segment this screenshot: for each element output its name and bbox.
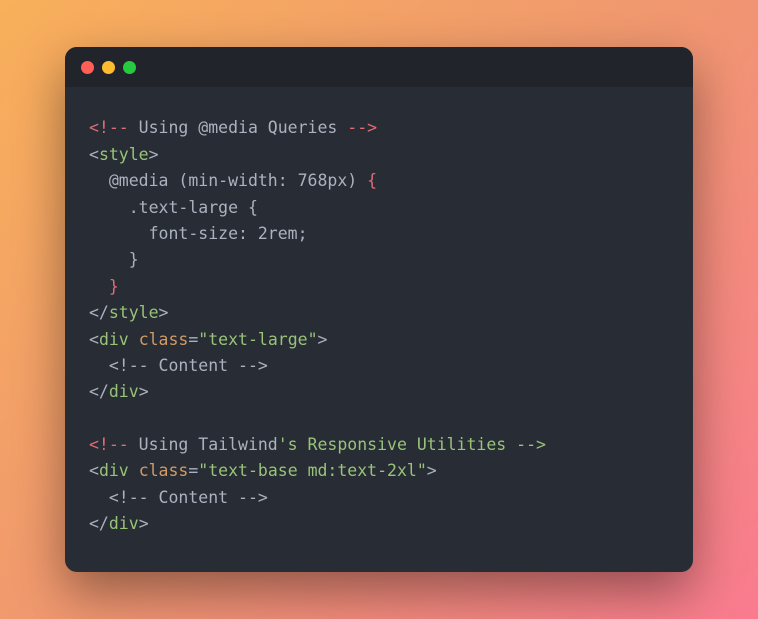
minimize-icon[interactable] (102, 61, 115, 74)
code-line: <div class="text-base md:text-2xl"> (89, 461, 437, 480)
code-line: @media (min-width: 768px) { (89, 171, 377, 190)
code-line: <!-- Using Tailwind's Responsive Utiliti… (89, 435, 546, 454)
code-line: font-size: 2rem; (89, 224, 308, 243)
code-block: <!-- Using @media Queries --> <style> @m… (65, 87, 693, 571)
code-line: .text-large { (89, 198, 258, 217)
code-line: } (89, 250, 139, 269)
code-line: <div class="text-large"> (89, 330, 327, 349)
code-line: } (89, 277, 119, 296)
maximize-icon[interactable] (123, 61, 136, 74)
code-line: </style> (89, 303, 168, 322)
code-line: <!-- Using @media Queries --> (89, 118, 377, 137)
code-line: </div> (89, 514, 149, 533)
code-window: <!-- Using @media Queries --> <style> @m… (65, 47, 693, 571)
code-line: <!-- Content --> (89, 488, 268, 507)
close-icon[interactable] (81, 61, 94, 74)
titlebar (65, 47, 693, 87)
code-line: </div> (89, 382, 149, 401)
code-line: <style> (89, 145, 159, 164)
code-line: <!-- Content --> (89, 356, 268, 375)
